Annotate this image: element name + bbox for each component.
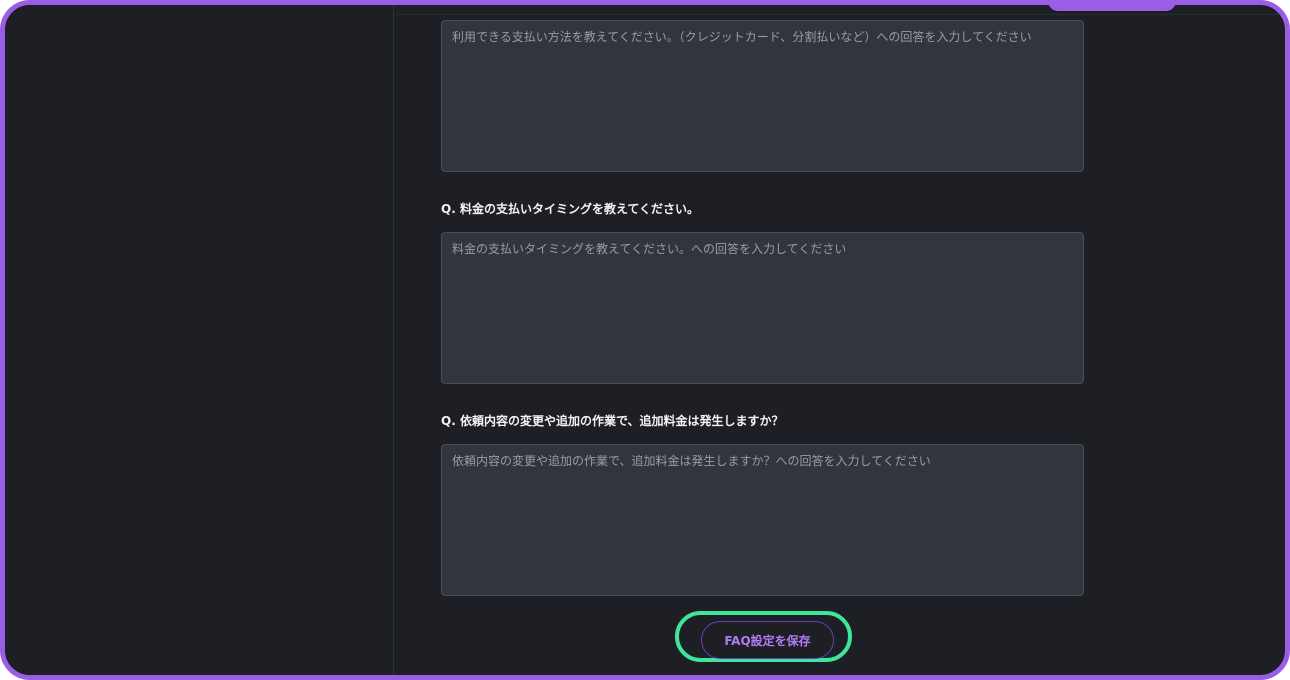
save-faq-button[interactable]: FAQ設定を保存 bbox=[701, 621, 834, 659]
faq-form: Q. 料金の支払いタイミングを教えてください。 Q. 依頼内容の変更や追加の作業… bbox=[394, 5, 1285, 675]
answer-payment-timing-field[interactable] bbox=[441, 232, 1084, 384]
answer-additional-fees-field[interactable] bbox=[441, 444, 1084, 596]
question-additional-fees: Q. 依頼内容の変更や追加の作業で、追加料金は発生しますか？ bbox=[441, 414, 784, 428]
app-window: Q. 料金の支払いタイミングを教えてください。 Q. 依頼内容の変更や追加の作業… bbox=[0, 0, 1290, 680]
answer-payment-methods-field[interactable] bbox=[441, 20, 1084, 172]
question-payment-timing: Q. 料金の支払いタイミングを教えてください。 bbox=[441, 202, 699, 216]
sidebar bbox=[5, 5, 394, 675]
